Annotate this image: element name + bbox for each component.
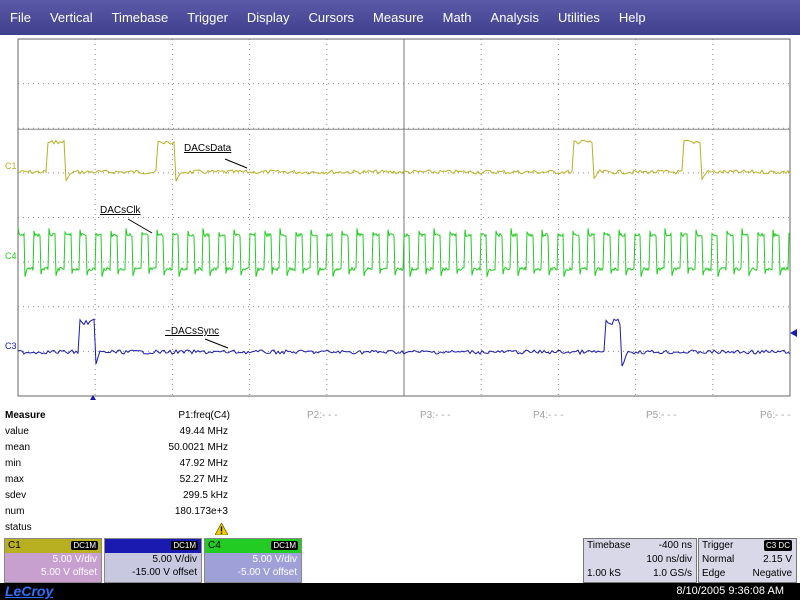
c4-header: C4 DC1M [205,539,301,553]
graticule [17,38,791,397]
grid-line [224,158,248,169]
c4-name: C4 [208,540,221,551]
dacsclk-label: DACsClk [100,205,141,216]
row-val-min: 47.92 MHz [179,458,228,469]
c4-vdiv: 5.00 V/div [252,554,297,565]
row-val-num: 180.173e+3 [174,506,228,517]
warning-icon [215,523,228,535]
c1-setup-box[interactable]: C1 DC1M 5.00 V/div 5.00 V offset [4,538,102,583]
menu-file[interactable]: File [0,10,40,25]
timebase-box[interactable]: Timebase -400 ns 100 ns/div 1.00 kS 1.0 GS… [583,538,697,583]
trigger-mode: Normal [702,554,735,565]
trigger-level-marker[interactable] [790,329,797,337]
menu-analysis[interactable]: Analysis [481,10,548,25]
timebase-tdiv: 100 ns/div [646,554,692,565]
c4-setup-box[interactable]: C4 DC1M 5.00 V/div -5.00 V offset [204,538,302,583]
c3-vdiv: 5.00 V/div [152,554,197,565]
menu-math[interactable]: Math [433,10,481,25]
trigger-type: Edge [702,568,726,579]
dacsdata-label: DACsData [184,143,232,154]
c3-marker[interactable]: C3 [5,341,17,351]
trigger-slope: Negative [752,568,792,579]
row-name-value: value [5,426,29,437]
c1-name: C1 [8,540,21,551]
menu-cursors[interactable]: Cursors [299,10,364,25]
trigger-level: 2.15 V [763,554,792,565]
timebase-samples: 1.00 kS [587,568,621,579]
trigger-box[interactable]: Trigger C3 DC Normal 2.15 V Edge Negative [698,538,797,583]
row-name-sdev: sdev [5,490,27,501]
lecroy-logo: LeCroy [5,583,54,599]
measure-panel: Measure P1:freq(C4) P2:- - - P3:- - - P4… [0,408,800,538]
c3-coupling: DC1M [171,541,198,550]
row-name-num: num [5,506,25,517]
menu-vertical[interactable]: Vertical [40,10,102,25]
grid-line [204,338,229,349]
row-val-value: 49.44 MHz [179,426,228,437]
c4-marker[interactable]: C4 [5,251,17,261]
row-name-mean: mean [5,442,31,453]
c3-setup-box[interactable]: DC1M 5.00 V/div -15.00 V offset [104,538,202,583]
p5-label[interactable]: P5:- - - [646,410,677,421]
p3-label[interactable]: P3:- - - [420,410,451,421]
c1-coupling: DC1M [71,541,98,550]
c1-header: C1 DC1M [5,539,101,553]
row-name-max: max [5,474,24,485]
row-val-mean: 50.0021 MHz [168,442,228,453]
c1-vdiv: 5.00 V/div [52,554,97,565]
waveform-display[interactable]: C1 C4 C3 DACsData DACsClk ~DACsSync [0,35,800,401]
waveform-svg [17,38,797,400]
grid-line [127,218,153,234]
menu-bar: File Vertical Timebase Trigger Display C… [0,0,800,35]
menu-trigger[interactable]: Trigger [177,10,237,25]
row-val-sdev: 299.5 kHz [182,490,228,501]
menu-display[interactable]: Display [237,10,299,25]
menu-help[interactable]: Help [609,10,655,25]
menu-timebase[interactable]: Timebase [102,10,178,25]
c4-offset: -5.00 V offset [237,567,297,578]
dacssync-label: ~DACsSync [165,326,220,337]
c3-header: DC1M [105,539,201,553]
c1-offset: 5.00 V offset [41,567,97,578]
status-bar: LeCroy 8/10/2005 9:36:08 AM [0,583,800,600]
menu-measure[interactable]: Measure [363,10,433,25]
row-val-max: 52.27 MHz [179,474,228,485]
timebase-rate: 1.0 GS/s [653,568,692,579]
c1-marker[interactable]: C1 [5,161,17,171]
p1-label[interactable]: P1:freq(C4) [150,410,230,421]
trigger-source: C3 DC [763,540,792,551]
p6-label[interactable]: P6:- - - [760,410,791,421]
menu-utilities[interactable]: Utilities [548,10,609,25]
row-name-min: min [5,458,22,469]
p2-label[interactable]: P2:- - - [307,410,338,421]
row-name-status: status [5,522,32,533]
p4-label[interactable]: P4:- - - [533,410,564,421]
measure-title: Measure [5,410,46,421]
timebase-delay: -400 ns [658,540,692,551]
timestamp: 8/10/2005 9:36:08 AM [676,585,784,597]
c4-coupling: DC1M [271,541,298,550]
c3-offset: -15.00 V offset [132,567,197,578]
trigger-title: Trigger [702,540,734,551]
timebase-title: Timebase [587,540,631,551]
